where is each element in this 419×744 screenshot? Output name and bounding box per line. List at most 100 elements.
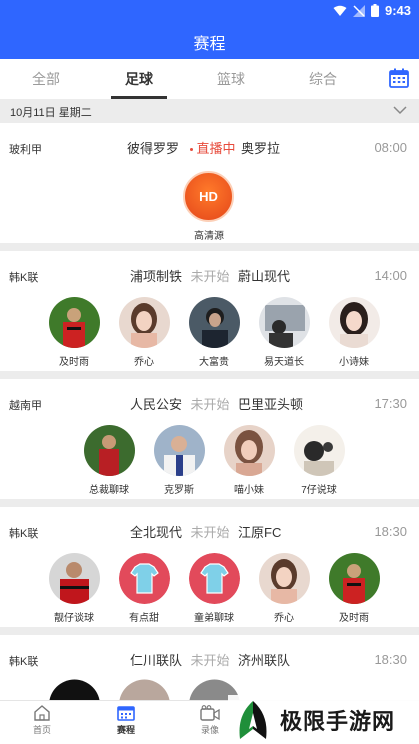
streamer-item[interactable]: 大富贵: [179, 297, 249, 368]
streamer-avatar: [328, 297, 380, 348]
streamer-item[interactable]: 有点甜: [109, 553, 179, 624]
page-title: 赛程: [193, 36, 226, 53]
app-screen: 9:43 赛程 全部 足球 篮球 综合 10月11日 星期二 玻利甲 彼得罗罗 …: [0, 0, 419, 744]
streamer-name: 总裁聊球: [89, 485, 129, 496]
match-status: 未开始: [190, 653, 230, 668]
home-team: 全北现代: [129, 525, 182, 540]
match-status: 未开始: [190, 525, 230, 540]
streamer-item[interactable]: 及时雨: [319, 553, 389, 624]
hd-badge: HD: [199, 189, 218, 204]
match-card[interactable]: 韩K联 全北现代 未开始 江原FC 18:30 靓仔谈球 有点甜 童弟聊球 乔心…: [0, 507, 419, 627]
match-time: 18:30: [374, 652, 407, 667]
streamer-item[interactable]: 及时雨: [39, 297, 109, 368]
streamer-avatar: [153, 425, 205, 476]
streamer-avatar: [118, 297, 170, 348]
streamer-name: 小诗妹: [339, 357, 369, 368]
hd-source-label: 高清源: [194, 231, 224, 242]
match-card[interactable]: 越南甲 人民公安 未开始 巴里亚头顿 17:30 总裁聊球 克罗斯 喵小妹 7仔…: [0, 379, 419, 499]
match-time: 14:00: [374, 268, 407, 283]
streamer-avatar: [328, 553, 380, 604]
away-team: 巴里亚头顿: [238, 397, 304, 412]
match-time: 18:30: [374, 524, 407, 539]
watermark-text: 极限手游网: [280, 709, 396, 734]
streamer-item[interactable]: 小诗妹: [319, 297, 389, 368]
streamer-avatar: [83, 425, 135, 476]
streamer-name: 及时雨: [339, 613, 369, 624]
match-time: 08:00: [374, 140, 407, 155]
streamer-item[interactable]: 乔心: [249, 553, 319, 624]
streamer-name: 乔心: [134, 357, 154, 368]
match-status: 未开始: [190, 397, 230, 412]
status-bar: 9:43: [0, 0, 419, 22]
streamer-item[interactable]: 总裁聊球: [74, 425, 144, 496]
calendar-icon[interactable]: [389, 68, 409, 88]
streamer-name: 大富贵: [199, 357, 229, 368]
match-status: 未开始: [190, 269, 230, 284]
live-dot-icon: [190, 148, 194, 152]
watermark-logo-icon: [239, 701, 267, 739]
nav-replay-label: 录像: [200, 725, 219, 735]
nav-schedule[interactable]: 赛程: [96, 705, 156, 736]
nav-home-label: 首页: [32, 725, 51, 735]
match-status: 直播中: [183, 138, 243, 157]
date-bar[interactable]: 10月11日 星期二: [0, 99, 419, 123]
streamer-avatar: [188, 553, 240, 604]
no-signal-icon: [352, 4, 365, 17]
streamer-avatar: [48, 553, 100, 604]
streamer-item[interactable]: 克罗斯: [144, 425, 214, 496]
streamer-name: 喵小妹: [234, 485, 264, 496]
streamer-item[interactable]: 乔心: [109, 297, 179, 368]
tab-all[interactable]: 全部: [18, 59, 74, 99]
streamer-item[interactable]: 7仔说球: [284, 425, 354, 496]
streamer-item[interactable]: 易天道长: [249, 297, 319, 368]
streamer-name: 靓仔谈球: [54, 613, 94, 624]
league-name: 越南甲: [9, 400, 42, 412]
streamer-name: 7仔说球: [301, 485, 337, 496]
video-icon: [200, 705, 220, 721]
streamer-name: 克罗斯: [164, 485, 194, 496]
streamer-avatar: [293, 425, 345, 476]
tab-football[interactable]: 足球: [111, 59, 167, 99]
streamer-avatar: [118, 553, 170, 604]
away-team: 江原FC: [238, 525, 282, 540]
nav-schedule-label: 赛程: [116, 725, 135, 735]
streamer-avatar: [258, 553, 310, 604]
battery-icon: [370, 4, 379, 17]
streamer-item[interactable]: 喵小妹: [214, 425, 284, 496]
away-team: 奥罗拉: [241, 141, 281, 156]
tab-general[interactable]: 综合: [295, 59, 351, 99]
date-label: 10月11日 星期二: [10, 107, 92, 119]
home-team: 仁川联队: [129, 653, 182, 668]
streamer-avatar: [223, 425, 275, 476]
league-name: 韩K联: [9, 272, 39, 284]
streamer-name: 及时雨: [59, 357, 89, 368]
streamer-avatar: [258, 297, 310, 348]
league-name: 韩K联: [9, 528, 39, 540]
home-team: 人民公安: [129, 397, 182, 412]
nav-home[interactable]: 首页: [12, 705, 72, 736]
match-card[interactable]: 韩K联 浦项制铁 未开始 蔚山现代 14:00 及时雨 乔心 大富贵 易天道长 …: [0, 251, 419, 371]
league-name: 韩K联: [9, 656, 39, 668]
wifi-icon: [333, 5, 347, 16]
category-tabs: 全部 足球 篮球 综合: [0, 59, 419, 99]
streamer-item[interactable]: 靓仔谈球: [39, 553, 109, 624]
streamer-avatar: [48, 297, 100, 348]
chevron-down-icon[interactable]: [393, 103, 407, 117]
streamer-name: 有点甜: [129, 613, 159, 624]
league-name: 玻利甲: [9, 144, 42, 156]
home-icon: [34, 705, 50, 721]
home-team: 浦项制铁: [129, 269, 182, 284]
hd-source-button[interactable]: HD: [183, 171, 234, 222]
streamer-avatar: [188, 297, 240, 348]
streamer-name: 童弟聊球: [194, 613, 234, 624]
site-watermark: 极限手游网: [228, 695, 419, 744]
streamer-name: 乔心: [274, 613, 294, 624]
status-label: 直播中: [196, 141, 236, 156]
tab-basketball[interactable]: 篮球: [203, 59, 259, 99]
streamer-name: 易天道长: [264, 357, 304, 368]
match-card[interactable]: 玻利甲 彼得罗罗 直播中 奥罗拉 08:00 HD 高清源: [0, 123, 419, 243]
status-time: 9:43: [384, 3, 411, 18]
match-time: 17:30: [374, 396, 407, 411]
streamer-item[interactable]: 童弟聊球: [179, 553, 249, 624]
calendar-icon: [117, 706, 135, 721]
